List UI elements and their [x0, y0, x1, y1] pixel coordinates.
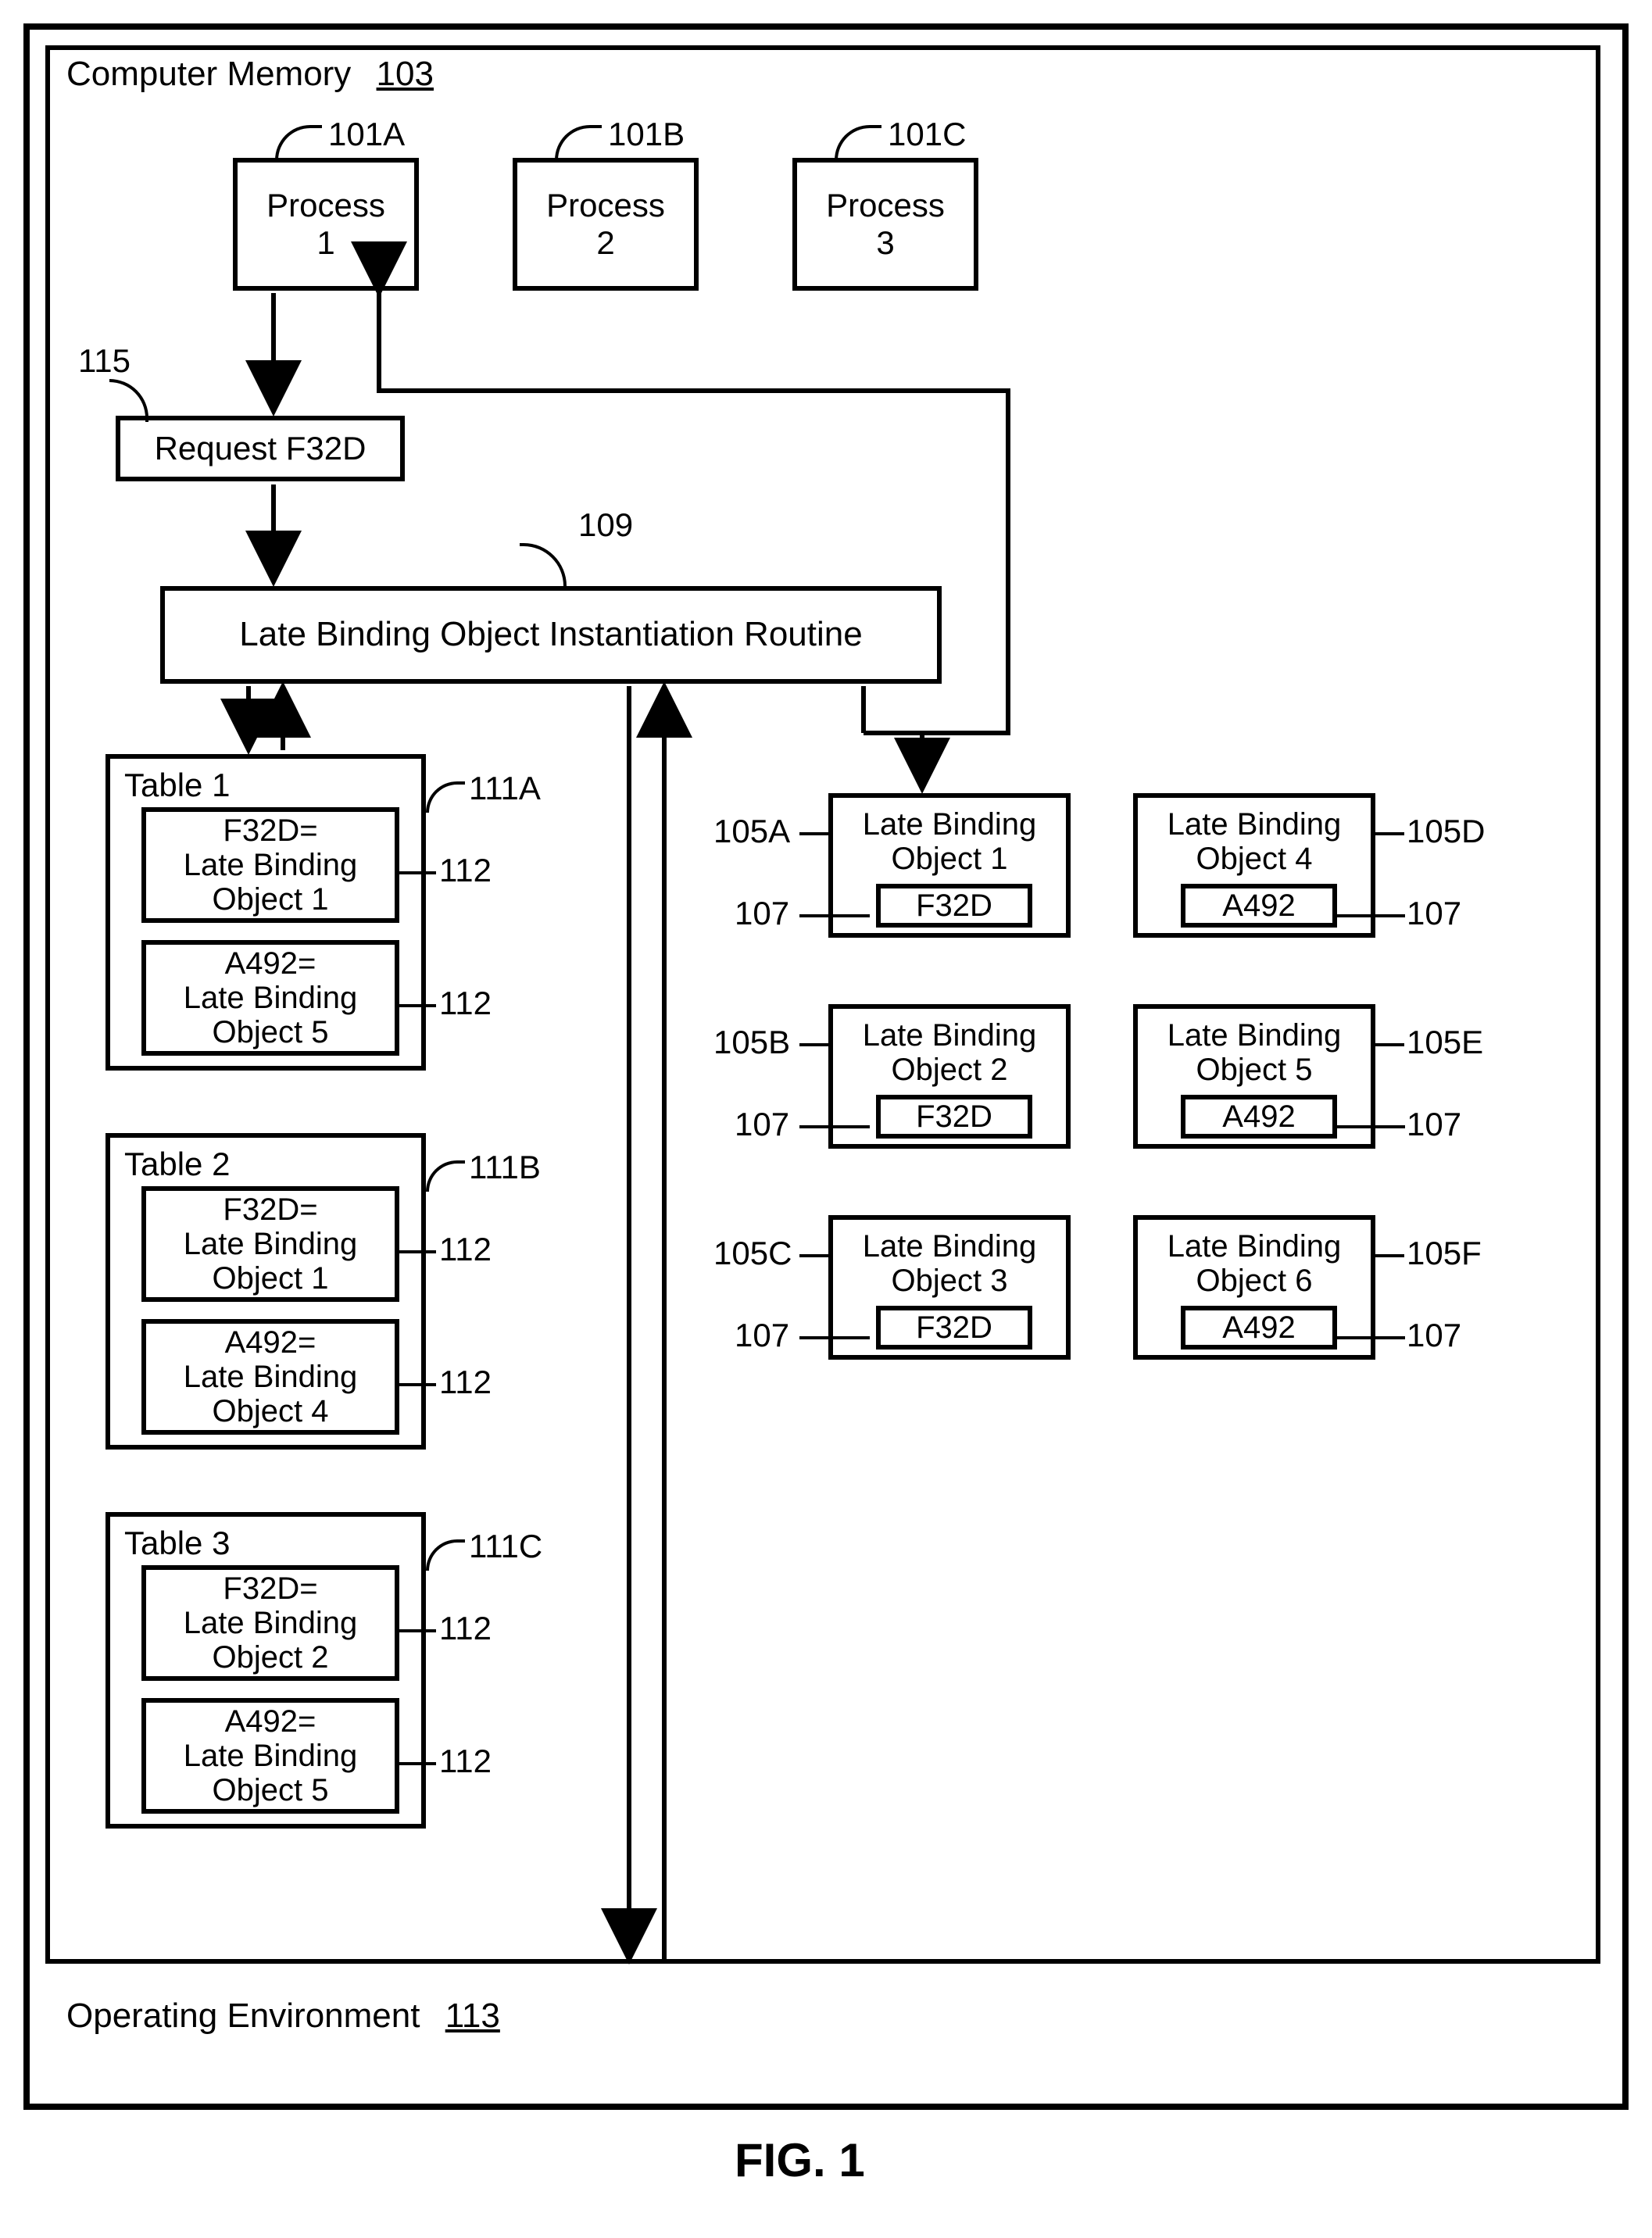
lbo-5-code: A492: [1181, 1095, 1337, 1139]
lead-107b: [799, 1125, 870, 1128]
lead-105c: [799, 1254, 828, 1257]
lbo-5-ref: 105E: [1407, 1024, 1483, 1061]
lead-112-2b: [397, 1383, 436, 1386]
table-3-entry-2: A492= Late Binding Object 5: [141, 1698, 399, 1814]
process-1-ref: 101A: [328, 116, 405, 153]
env-title: Operating Environment 113: [66, 1997, 500, 2036]
lead-107f: [1335, 1336, 1405, 1339]
request-label: Request F32D: [155, 430, 367, 467]
memory-title-text: Computer Memory: [66, 55, 351, 93]
routine-ref: 109: [578, 506, 633, 544]
lead-112-2a: [397, 1250, 436, 1253]
table-1-title: Table 1: [124, 767, 230, 804]
table-1: Table 1 F32D= Late Binding Object 1 A492…: [105, 754, 426, 1071]
table-3-ref: 111C: [469, 1528, 542, 1565]
table-3-e1-ref: 112: [439, 1610, 492, 1647]
lbo-3-title: Late Binding Object 3: [833, 1229, 1066, 1298]
lbo-3-code: F32D: [876, 1306, 1032, 1350]
page: Computer Memory 103 Process 1 101A Proce…: [23, 23, 1629, 2215]
process-1: Process 1: [233, 158, 419, 291]
lbo-2-code: F32D: [876, 1095, 1032, 1139]
lbo-3-ref: 105C: [713, 1235, 792, 1272]
lbo-4-ref: 105D: [1407, 813, 1485, 850]
table-2-e2-ref: 112: [439, 1364, 492, 1401]
lbo-3-coderef: 107: [735, 1317, 789, 1354]
table-1-entry-2: A492= Late Binding Object 5: [141, 940, 399, 1056]
lbo-5-title: Late Binding Object 5: [1138, 1018, 1371, 1087]
table-3-entry-1-text: F32D= Late Binding Object 2: [146, 1571, 395, 1675]
table-1-entry-2-text: A492= Late Binding Object 5: [146, 946, 395, 1049]
table-3-e2-ref: 112: [439, 1743, 492, 1780]
table-1-e2-ref: 112: [439, 985, 492, 1022]
request-ref: 115: [78, 342, 131, 380]
table-3-entry-2-text: A492= Late Binding Object 5: [146, 1704, 395, 1807]
table-1-e1-ref: 112: [439, 852, 492, 889]
table-2-entry-2-text: A492= Late Binding Object 4: [146, 1325, 395, 1428]
lead-107c: [799, 1336, 870, 1339]
memory-ref: 103: [377, 55, 434, 93]
lbo-1-code: F32D: [876, 884, 1032, 928]
routine-label: Late Binding Object Instantiation Routin…: [239, 615, 862, 655]
env-ref: 113: [445, 1997, 500, 2035]
lead-107d: [1335, 914, 1405, 917]
table-2-entry-2: A492= Late Binding Object 4: [141, 1319, 399, 1435]
lead-112-3b: [397, 1762, 436, 1765]
table-1-entry-1: F32D= Late Binding Object 1: [141, 807, 399, 923]
lbo-4-title: Late Binding Object 4: [1138, 807, 1371, 876]
table-2-e1-ref: 112: [439, 1231, 492, 1268]
lead-107e: [1335, 1125, 1405, 1128]
lbo-1-coderef: 107: [735, 895, 789, 932]
lbo-6-code: A492: [1181, 1306, 1337, 1350]
routine-box: Late Binding Object Instantiation Routin…: [160, 586, 942, 684]
table-2: Table 2 F32D= Late Binding Object 1 A492…: [105, 1133, 426, 1450]
lead-105e: [1375, 1043, 1404, 1046]
lbo-6-title: Late Binding Object 6: [1138, 1229, 1371, 1298]
lead-107a: [799, 914, 870, 917]
lbo-1-title: Late Binding Object 1: [833, 807, 1066, 876]
table-2-ref: 111B: [469, 1149, 541, 1186]
lead-105b: [799, 1043, 828, 1046]
lead-105d: [1375, 832, 1404, 835]
table-2-title: Table 2: [124, 1146, 230, 1183]
table-2-entry-1: F32D= Late Binding Object 1: [141, 1186, 399, 1302]
request-box: Request F32D: [116, 416, 405, 481]
lbo-2-ref: 105B: [713, 1024, 790, 1061]
table-3-title: Table 3: [124, 1525, 230, 1562]
lbo-2-coderef: 107: [735, 1106, 789, 1143]
process-2-label: Process 2: [546, 187, 665, 263]
lbo-1-ref: 105A: [713, 813, 790, 850]
lbo-2-title: Late Binding Object 2: [833, 1018, 1066, 1087]
lead-105a: [799, 832, 828, 835]
lbo-6-ref: 105F: [1407, 1235, 1482, 1272]
lead-105f: [1375, 1254, 1404, 1257]
table-2-entry-1-text: F32D= Late Binding Object 1: [146, 1192, 395, 1296]
lbo-6-coderef: 107: [1407, 1317, 1461, 1354]
lbo-4-code: A492: [1181, 884, 1337, 928]
table-3: Table 3 F32D= Late Binding Object 2 A492…: [105, 1512, 426, 1829]
figure-caption: FIG. 1: [735, 2133, 865, 2187]
lbo-4-coderef: 107: [1407, 895, 1461, 932]
table-3-entry-1: F32D= Late Binding Object 2: [141, 1565, 399, 1681]
process-3-label: Process 3: [826, 187, 945, 263]
lead-112-1a: [397, 871, 436, 874]
process-2-ref: 101B: [608, 116, 685, 153]
lbo-5-coderef: 107: [1407, 1106, 1461, 1143]
process-1-label: Process 1: [266, 187, 385, 263]
process-3: Process 3: [792, 158, 978, 291]
lead-112-1b: [397, 1004, 436, 1007]
memory-title: Computer Memory 103: [66, 55, 434, 94]
env-title-text: Operating Environment: [66, 1997, 420, 2035]
process-2: Process 2: [513, 158, 699, 291]
process-3-ref: 101C: [888, 116, 966, 153]
table-1-ref: 111A: [469, 770, 541, 807]
lead-112-3a: [397, 1629, 436, 1632]
table-1-entry-1-text: F32D= Late Binding Object 1: [146, 813, 395, 917]
